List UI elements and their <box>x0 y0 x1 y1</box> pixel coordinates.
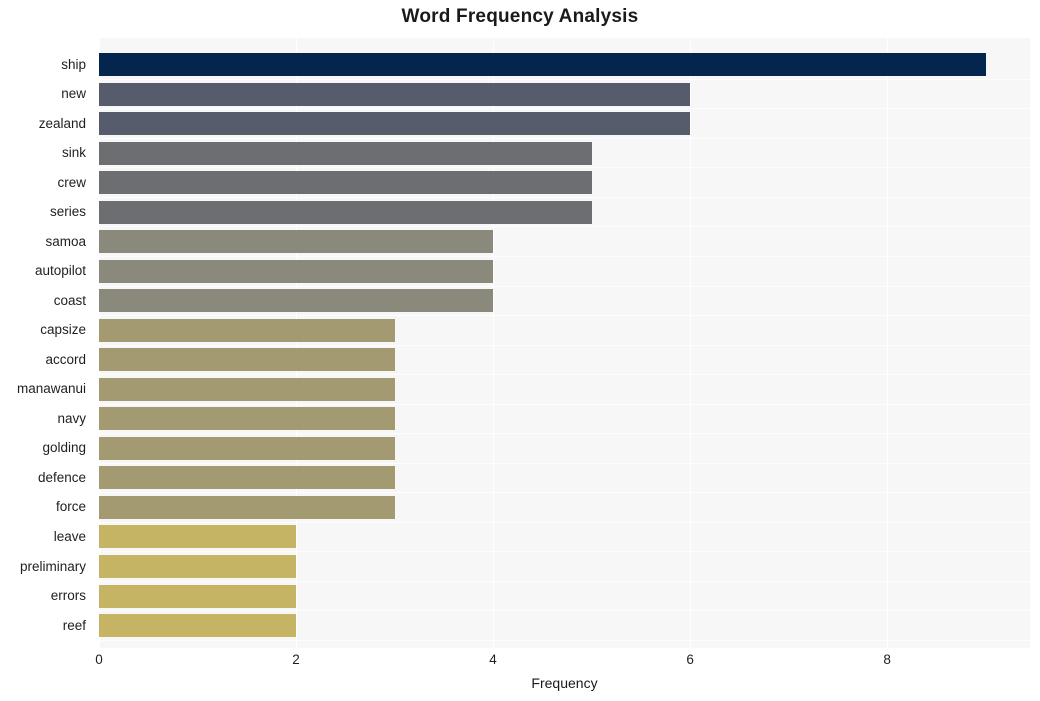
bar-accord[interactable] <box>99 348 395 372</box>
bar-capsize[interactable] <box>99 318 395 342</box>
bar-ship[interactable] <box>99 53 986 77</box>
bar-row <box>99 197 1030 227</box>
x-tick-label-2: 2 <box>292 652 300 667</box>
bar-defence[interactable] <box>99 466 395 490</box>
y-tick-label-errors: errors <box>50 588 86 604</box>
bar-row <box>99 375 1030 405</box>
bar-row <box>99 286 1030 316</box>
y-tick-label-force: force <box>55 499 86 515</box>
bar-row <box>99 79 1030 109</box>
bar-force[interactable] <box>99 495 395 519</box>
bar-row <box>99 434 1030 464</box>
bar-row <box>99 50 1030 80</box>
bar-crew[interactable] <box>99 171 592 195</box>
x-axis-tick-labels: 0 2 4 6 8 <box>95 652 1030 674</box>
bar-series[interactable] <box>99 200 592 224</box>
bar-autopilot[interactable] <box>99 259 494 283</box>
chart-title: Word Frequency Analysis <box>401 6 639 27</box>
bar-samoa[interactable] <box>99 230 494 254</box>
bar-row <box>99 552 1030 582</box>
y-tick-label-ship: ship <box>61 56 86 72</box>
y-tick-label-golding: golding <box>42 440 86 456</box>
y-tick-label-defence: defence <box>37 469 86 485</box>
y-tick-label-series: series <box>49 204 86 220</box>
bar-row <box>99 581 1030 611</box>
y-tick-label-crew: crew <box>57 174 86 190</box>
y-tick-label-capsize: capsize <box>40 322 86 338</box>
bar-reef[interactable] <box>99 614 297 638</box>
bar-row <box>99 611 1030 641</box>
y-tick-label-new: new <box>61 86 86 102</box>
y-tick-label-autopilot: autopilot <box>34 263 86 279</box>
bar-row <box>99 256 1030 286</box>
y-tick-label-navy: navy <box>57 410 86 426</box>
bar-leave[interactable] <box>99 525 297 549</box>
y-tick-label-zealand: zealand <box>38 115 86 131</box>
y-tick-label-accord: accord <box>45 351 86 367</box>
y-tick-label-samoa: samoa <box>45 233 86 249</box>
bar-row <box>99 463 1030 493</box>
bar-row <box>99 404 1030 434</box>
bar-sink[interactable] <box>99 141 592 165</box>
bar-navy[interactable] <box>99 407 395 431</box>
bar-golding[interactable] <box>99 436 395 460</box>
bar-row <box>99 522 1030 552</box>
x-axis-label: Frequency <box>531 675 598 691</box>
y-tick-label-leave: leave <box>53 528 86 544</box>
chart-figure: Word Frequency Analysis ship new zealand si… <box>0 0 1040 701</box>
bar-row <box>99 227 1030 257</box>
y-tick-label-coast: coast <box>53 292 86 308</box>
y-tick-label-manawanui: manawanui <box>16 381 86 397</box>
bar-row <box>99 138 1030 168</box>
y-tick-label-preliminary: preliminary <box>19 558 86 574</box>
bar-row <box>99 168 1030 198</box>
bar-row <box>99 109 1030 139</box>
y-axis-tick-labels: ship new zealand sink crew series samoa autopil… <box>0 38 93 648</box>
y-tick-label-sink: sink <box>61 145 86 161</box>
x-tick-label-8: 8 <box>883 652 891 667</box>
plot-area <box>99 38 1030 648</box>
bar-row <box>99 493 1030 523</box>
bar-coast[interactable] <box>99 289 494 313</box>
x-tick-label-4: 4 <box>489 652 497 667</box>
bar-manawanui[interactable] <box>99 377 395 401</box>
bar-preliminary[interactable] <box>99 554 297 578</box>
x-tick-label-0: 0 <box>95 652 103 667</box>
bar-errors[interactable] <box>99 584 297 608</box>
bar-row <box>99 345 1030 375</box>
bar-row <box>99 316 1030 346</box>
gridline-horizontal <box>99 639 1030 641</box>
bar-zealand[interactable] <box>99 112 691 136</box>
bar-new[interactable] <box>99 82 691 106</box>
y-tick-label-reef: reef <box>62 617 86 633</box>
x-tick-label-6: 6 <box>686 652 694 667</box>
